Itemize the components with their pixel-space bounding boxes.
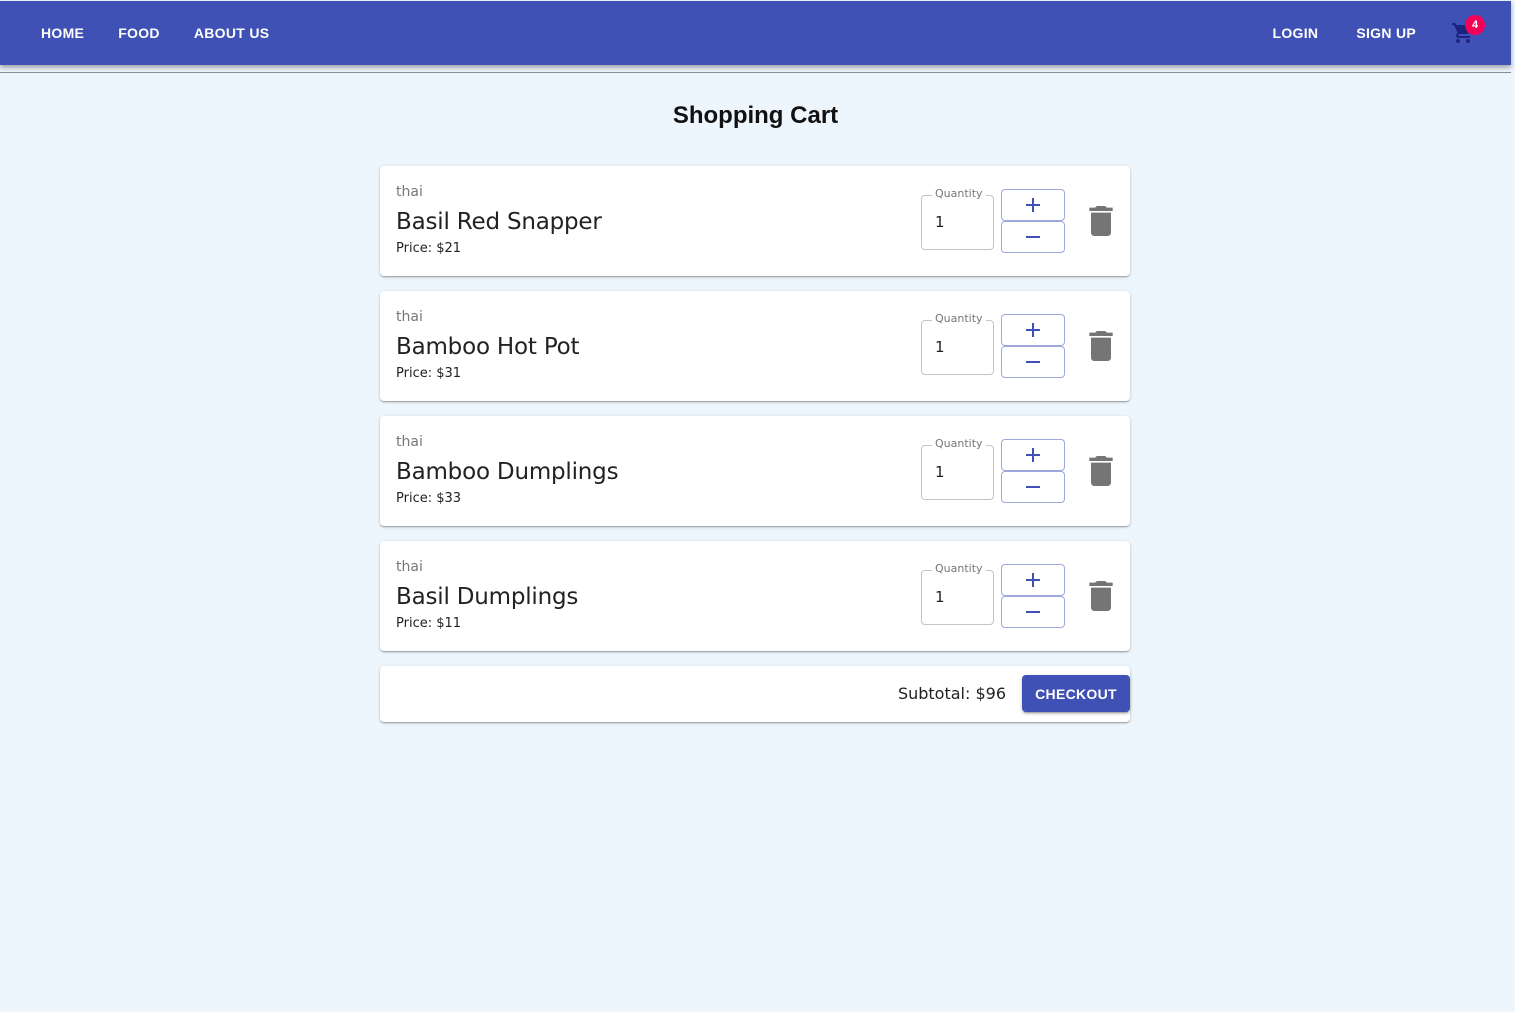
trash-icon — [1089, 331, 1113, 361]
nav-login-button[interactable]: LOGIN — [1253, 17, 1337, 49]
page-title: Shopping Cart — [672, 102, 839, 129]
item-price: Price: $33 — [396, 491, 462, 506]
cart-count-badge: 4 — [1465, 15, 1485, 35]
item-category: thai — [396, 434, 423, 450]
delete-item-button[interactable] — [1085, 203, 1117, 239]
trash-icon — [1089, 456, 1113, 486]
increase-quantity-button[interactable] — [1001, 439, 1065, 471]
delete-item-button[interactable] — [1085, 578, 1117, 614]
quantity-label: Quantity — [932, 562, 986, 575]
cart-item-card: thai Basil Red Snapper Price: $21 Quanti… — [380, 166, 1130, 276]
plus-icon — [1026, 448, 1040, 462]
quantity-input[interactable] — [935, 588, 985, 606]
delete-item-button[interactable] — [1085, 453, 1117, 489]
nav-right: LOGIN SIGN UP 4 — [1253, 13, 1487, 53]
item-name: Basil Dumplings — [396, 584, 579, 610]
increase-quantity-button[interactable] — [1001, 314, 1065, 346]
cart-item-card: thai Bamboo Dumplings Price: $33 Quantit… — [380, 416, 1130, 526]
decrease-quantity-button[interactable] — [1001, 221, 1065, 253]
decrease-quantity-button[interactable] — [1001, 471, 1065, 503]
cart-item-list: thai Basil Red Snapper Price: $21 Quanti… — [380, 166, 1130, 666]
minus-icon — [1026, 486, 1040, 488]
subtotal-text: Subtotal: $96 — [897, 684, 1006, 703]
quantity-field[interactable]: Quantity — [921, 187, 994, 250]
item-category: thai — [396, 309, 423, 325]
item-category: thai — [396, 184, 423, 200]
item-name: Bamboo Dumplings — [396, 459, 619, 485]
nav-left: HOME FOOD ABOUT US — [24, 17, 286, 49]
quantity-input[interactable] — [935, 338, 985, 356]
trash-icon — [1089, 206, 1113, 236]
trash-icon — [1089, 581, 1113, 611]
cart-summary: Subtotal: $96 CHECKOUT — [380, 666, 1130, 722]
checkout-button[interactable]: CHECKOUT — [1022, 675, 1130, 712]
quantity-input[interactable] — [935, 463, 985, 481]
quantity-label: Quantity — [932, 187, 986, 200]
quantity-label: Quantity — [932, 437, 986, 450]
quantity-input[interactable] — [935, 213, 985, 231]
item-price: Price: $21 — [396, 241, 462, 256]
nav-home-button[interactable]: HOME — [24, 17, 101, 49]
app-bar: HOME FOOD ABOUT US LOGIN SIGN UP 4 — [0, 1, 1511, 65]
quantity-field[interactable]: Quantity — [921, 437, 994, 500]
minus-icon — [1026, 611, 1040, 613]
plus-icon — [1026, 198, 1040, 212]
delete-item-button[interactable] — [1085, 328, 1117, 364]
cart-button[interactable]: 4 — [1443, 13, 1485, 53]
plus-icon — [1026, 323, 1040, 337]
decrease-quantity-button[interactable] — [1001, 346, 1065, 378]
plus-icon — [1026, 573, 1040, 587]
item-price: Price: $11 — [396, 616, 462, 631]
nav-signup-button[interactable]: SIGN UP — [1337, 17, 1435, 49]
item-name: Basil Red Snapper — [396, 209, 602, 235]
header-divider — [0, 72, 1511, 73]
increase-quantity-button[interactable] — [1001, 189, 1065, 221]
decrease-quantity-button[interactable] — [1001, 596, 1065, 628]
minus-icon — [1026, 236, 1040, 238]
quantity-field[interactable]: Quantity — [921, 562, 994, 625]
quantity-field[interactable]: Quantity — [921, 312, 994, 375]
cart-item-card: thai Basil Dumplings Price: $11 Quantity — [380, 541, 1130, 651]
nav-about-button[interactable]: ABOUT US — [177, 17, 287, 49]
quantity-label: Quantity — [932, 312, 986, 325]
cart-item-card: thai Bamboo Hot Pot Price: $31 Quantity — [380, 291, 1130, 401]
minus-icon — [1026, 361, 1040, 363]
increase-quantity-button[interactable] — [1001, 564, 1065, 596]
item-category: thai — [396, 559, 423, 575]
nav-food-button[interactable]: FOOD — [101, 17, 177, 49]
item-name: Bamboo Hot Pot — [396, 334, 580, 360]
item-price: Price: $31 — [396, 366, 462, 381]
